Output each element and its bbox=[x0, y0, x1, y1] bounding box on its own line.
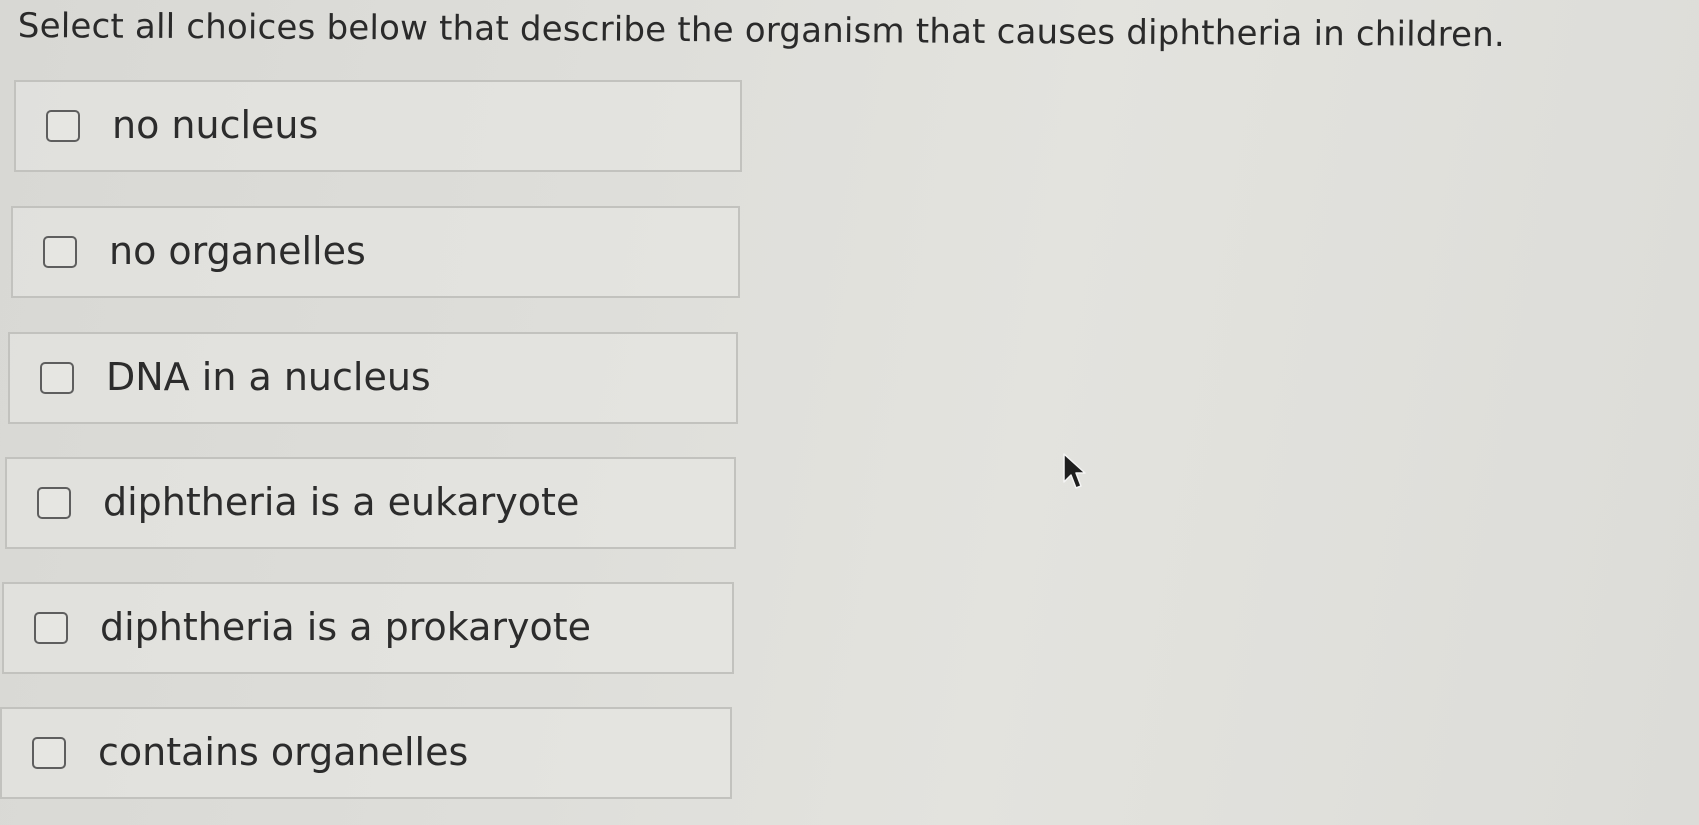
option-prokaryote[interactable]: diphtheria is a prokaryote bbox=[2, 582, 734, 674]
checkbox-icon[interactable] bbox=[43, 236, 77, 268]
option-no-organelles[interactable]: no organelles bbox=[11, 206, 740, 298]
checkbox-icon[interactable] bbox=[32, 737, 66, 769]
option-dna-in-nucleus[interactable]: DNA in a nucleus bbox=[8, 332, 738, 424]
option-label: no nucleus bbox=[112, 103, 319, 148]
checkbox-icon[interactable] bbox=[46, 110, 80, 142]
mouse-pointer-icon bbox=[1063, 453, 1086, 489]
option-no-nucleus[interactable]: no nucleus bbox=[14, 80, 742, 172]
option-label: diphtheria is a prokaryote bbox=[100, 605, 592, 650]
checkbox-icon[interactable] bbox=[40, 362, 74, 394]
checkbox-icon[interactable] bbox=[34, 612, 68, 644]
option-eukaryote[interactable]: diphtheria is a eukaryote bbox=[5, 457, 736, 549]
option-label: contains organelles bbox=[98, 730, 469, 775]
option-contains-organelles[interactable]: contains organelles bbox=[0, 707, 732, 799]
option-label: no organelles bbox=[109, 229, 366, 274]
checkbox-icon[interactable] bbox=[37, 487, 71, 519]
option-label: DNA in a nucleus bbox=[106, 355, 431, 400]
answer-options: no nucleus no organelles DNA in a nucleu… bbox=[0, 0, 760, 825]
option-label: diphtheria is a eukaryote bbox=[103, 480, 580, 525]
